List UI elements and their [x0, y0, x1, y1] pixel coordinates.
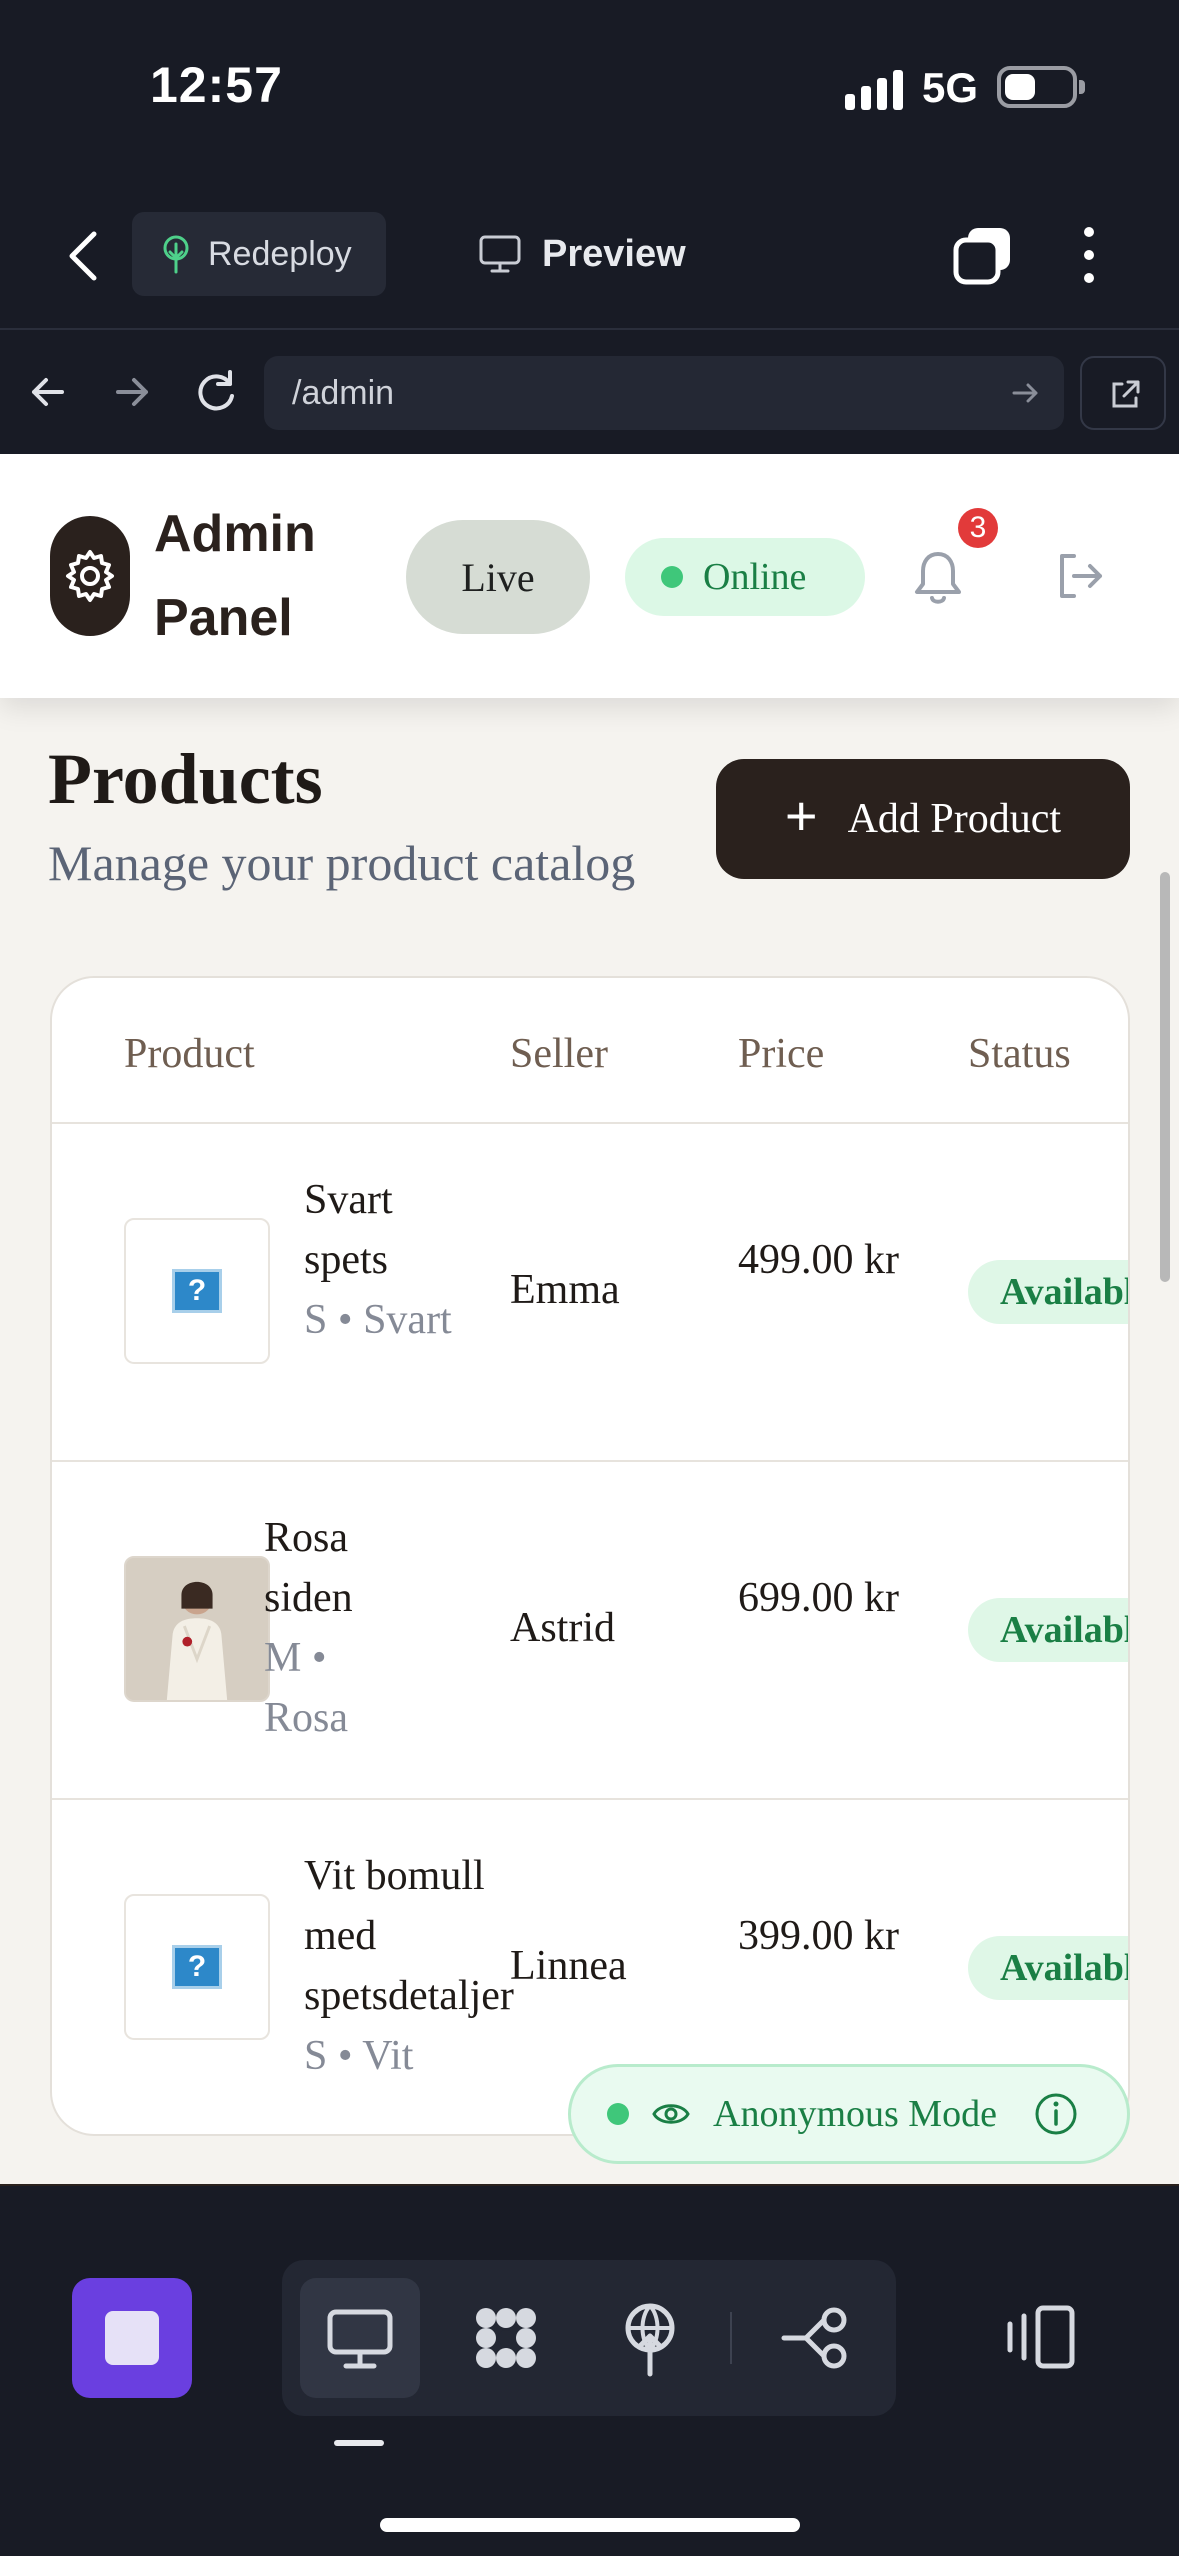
- online-dot: [661, 566, 683, 588]
- open-external-button[interactable]: [1080, 356, 1166, 430]
- seller-name: Emma: [510, 1267, 620, 1313]
- preview-label: Preview: [542, 232, 686, 275]
- eye-icon: [652, 2104, 690, 2124]
- kebab-menu-icon[interactable]: [1070, 224, 1108, 286]
- product-image-placeholder: ?: [124, 1894, 270, 2040]
- url-bar: /admin: [0, 332, 1179, 454]
- product-meta: M • Rosa: [264, 1635, 348, 1741]
- gear-icon: [66, 550, 114, 602]
- flow-icon[interactable]: [776, 2296, 860, 2380]
- product-name: Rosa siden: [264, 1515, 353, 1621]
- back-chevron-icon[interactable]: [60, 228, 110, 284]
- bottom-dock: [0, 2216, 1179, 2556]
- battery-icon: [997, 66, 1085, 108]
- deploy-icon[interactable]: [608, 2296, 692, 2380]
- page-subtitle: Manage your product catalog: [48, 835, 636, 891]
- dock-divider: [730, 2312, 732, 2364]
- seller-name: Astrid: [510, 1605, 615, 1651]
- price: 699.00 kr: [738, 1575, 899, 1621]
- logout-icon[interactable]: [1054, 550, 1106, 602]
- product-name: Svart spets: [304, 1177, 393, 1283]
- online-label: Online: [703, 556, 807, 598]
- monitor-icon: [479, 235, 521, 273]
- online-status: Online: [625, 538, 865, 616]
- url-input[interactable]: /admin: [264, 356, 1064, 430]
- page-title: Products: [48, 739, 323, 819]
- redeploy-label: Redeploy: [208, 234, 352, 273]
- stop-icon: [105, 2311, 159, 2365]
- go-arrow-icon[interactable]: [1008, 376, 1042, 410]
- seller-name: Linnea: [510, 1943, 627, 1989]
- plus-icon: +: [784, 784, 818, 847]
- anonymous-label: Anonymous Mode: [713, 2093, 997, 2135]
- status-time: 12:57: [150, 57, 283, 113]
- panel-icon[interactable]: [1004, 2296, 1088, 2380]
- bell-icon[interactable]: [912, 548, 964, 606]
- scrollbar[interactable]: [1160, 872, 1170, 1282]
- tree-icon: [163, 235, 189, 274]
- home-indicator[interactable]: [380, 2518, 800, 2532]
- table-row[interactable]: Rosa siden M • Rosa Astrid 699.00 kr Ava…: [52, 1460, 1128, 1798]
- product-meta: S • Svart: [304, 1297, 452, 1343]
- url-text: /admin: [292, 374, 395, 412]
- column-header-product[interactable]: Product: [124, 1030, 255, 1078]
- arrow-left-icon[interactable]: [18, 362, 78, 422]
- missing-image-icon: ?: [172, 1269, 222, 1313]
- product-photo: [124, 1556, 270, 1702]
- monitor-icon: [327, 2309, 393, 2369]
- status-badge: Available: [968, 1936, 1128, 2000]
- dock-tab-group: [282, 2260, 896, 2416]
- webview-footer-strip: [0, 2184, 1179, 2186]
- add-product-button[interactable]: + Add Product: [716, 759, 1130, 879]
- missing-image-icon: ?: [172, 1945, 222, 1989]
- anonymous-dot: [607, 2103, 629, 2125]
- app-header: Admin Panel Live Online 3: [0, 454, 1179, 698]
- status-bar: 12:57 5G: [0, 0, 1179, 180]
- product-image-placeholder: ?: [124, 1218, 270, 1364]
- products-table: Product Seller Price Status ? Svart spet…: [50, 976, 1130, 2136]
- product-meta: S • Vit: [304, 2033, 414, 2079]
- status-badge: Available: [968, 1260, 1128, 1324]
- logo: [50, 516, 130, 636]
- active-tab-indicator: [334, 2440, 384, 2446]
- price: 399.00 kr: [738, 1913, 899, 1959]
- redeploy-button[interactable]: Redeploy: [132, 212, 386, 296]
- anonymous-mode-indicator[interactable]: Anonymous Mode: [568, 2064, 1130, 2164]
- arrow-right-icon[interactable]: [102, 362, 162, 422]
- tabs-icon[interactable]: [952, 224, 1014, 286]
- column-header-seller[interactable]: Seller: [510, 1030, 608, 1078]
- brand-title: Admin Panel: [154, 505, 316, 647]
- column-header-price[interactable]: Price: [738, 1030, 824, 1078]
- app-webview: Admin Panel Live Online 3 Products Manag…: [0, 454, 1179, 2186]
- external-link-icon: [1112, 380, 1140, 408]
- status-badge: Available: [968, 1598, 1128, 1662]
- network-label: 5G: [922, 64, 979, 111]
- editor-toolbar: Redeploy Preview: [0, 180, 1179, 330]
- notification-badge: 3: [958, 508, 998, 548]
- reload-icon[interactable]: [186, 362, 246, 422]
- preview-button[interactable]: Preview: [478, 212, 686, 296]
- signal-icon: [845, 70, 903, 110]
- add-product-label: Add Product: [847, 796, 1062, 842]
- table-row[interactable]: ? Svart spets S • Svart Emma 499.00 kr A…: [52, 1122, 1128, 1460]
- stop-button[interactable]: [72, 2278, 192, 2398]
- info-icon[interactable]: [1033, 2091, 1079, 2137]
- product-name: Vit bomull med spetsdetaljer: [304, 1853, 514, 2019]
- column-header-status[interactable]: Status: [968, 1030, 1071, 1078]
- price: 499.00 kr: [738, 1237, 899, 1283]
- live-toggle[interactable]: Live: [406, 520, 590, 634]
- grid-icon[interactable]: [464, 2296, 548, 2380]
